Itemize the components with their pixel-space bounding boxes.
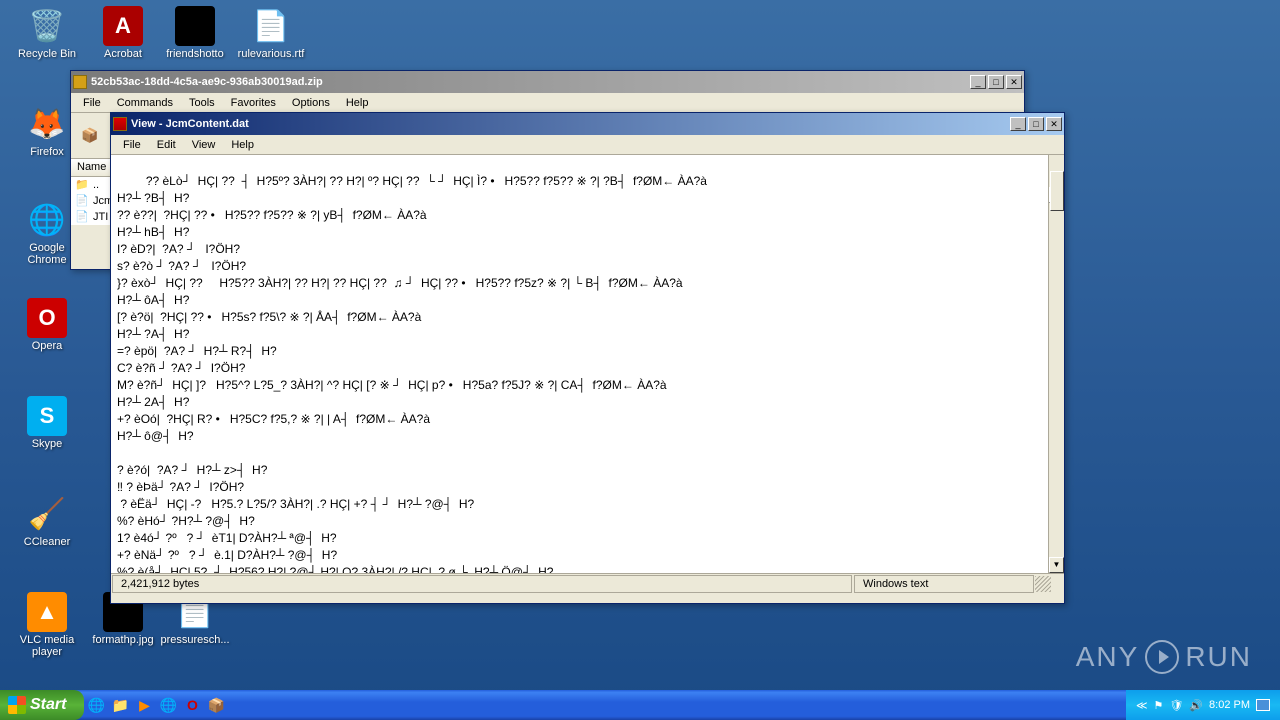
desktop-icon-rulevarious-rtf[interactable]: 📄 rulevarious.rtf: [236, 6, 306, 60]
menu-file[interactable]: File: [115, 137, 149, 153]
view-icon: [113, 117, 127, 131]
scroll-down-arrow[interactable]: ▼: [1049, 557, 1064, 573]
desktop-icon-label: Opera: [12, 340, 82, 352]
desktop-icon-label: formathp.jpg: [88, 634, 158, 646]
vertical-scrollbar[interactable]: ▲ ▼: [1048, 155, 1064, 573]
file-content-text: ?? èLò┘ HÇ| ?? ┤ H?5º? 3ÀH?| ?? H?| º? H…: [117, 174, 707, 573]
archive-menubar: FileCommandsToolsFavoritesOptionsHelp: [71, 93, 1024, 113]
desktop-icon-label: pressuresch...: [160, 634, 230, 646]
desktop-icon-label: CCleaner: [12, 536, 82, 548]
file-icon: 📁: [75, 178, 89, 192]
menu-help[interactable]: Help: [223, 137, 262, 153]
menu-options[interactable]: Options: [284, 95, 338, 111]
app-icon: 🦊: [27, 104, 67, 144]
desktop-icon-label: VLC media player: [12, 634, 82, 658]
app-icon: A: [103, 6, 143, 46]
desktop-icon-label: Recycle Bin: [12, 48, 82, 60]
desktop-icon-label: Acrobat: [88, 48, 158, 60]
app-icon: 🧹: [27, 494, 67, 534]
tray-monitor-icon[interactable]: [1256, 699, 1270, 711]
resize-grip[interactable]: [1035, 576, 1051, 592]
view-window: View - JcmContent.dat _ □ ✕ FileEditView…: [110, 112, 1065, 604]
scroll-thumb[interactable]: [1050, 171, 1064, 211]
vlc-icon[interactable]: ▶: [134, 695, 154, 715]
file-name: ..: [93, 179, 99, 191]
desktop-icon-friendshotto[interactable]: friendshotto: [160, 6, 230, 60]
menu-commands[interactable]: Commands: [109, 95, 181, 111]
app-icon: O: [27, 298, 67, 338]
taskbar: Start 🌐 📁 ▶ 🌐 O 📦 ≪ ⚑ 🛡 🔊 8:02 PM: [0, 690, 1280, 720]
app-icon: 🌐: [27, 200, 67, 240]
menu-view[interactable]: View: [184, 137, 224, 153]
tray-flag-icon[interactable]: ⚑: [1153, 699, 1163, 712]
desktop-icon-skype[interactable]: S Skype: [12, 396, 82, 450]
app-icon: 📄: [251, 6, 291, 46]
explorer-icon[interactable]: 📁: [110, 695, 130, 715]
desktop-icon-label: Skype: [12, 438, 82, 450]
close-button[interactable]: ✕: [1046, 117, 1062, 131]
view-statusbar: 2,421,912 bytes Windows text: [111, 573, 1064, 593]
app-icon: S: [27, 396, 67, 436]
play-icon: [1145, 640, 1179, 674]
maximize-button[interactable]: □: [988, 75, 1004, 89]
desktop-icon-label: friendshotto: [160, 48, 230, 60]
chrome-icon[interactable]: 🌐: [158, 695, 178, 715]
anyrun-watermark: ANY RUN: [1076, 640, 1252, 674]
menu-file[interactable]: File: [75, 95, 109, 111]
desktop-icon-ccleaner[interactable]: 🧹 CCleaner: [12, 494, 82, 548]
maximize-button[interactable]: □: [1028, 117, 1044, 131]
menu-favorites[interactable]: Favorites: [223, 95, 284, 111]
app-icon: 🗑️: [27, 6, 67, 46]
status-mode: Windows text: [854, 575, 1034, 593]
tray-shield-icon[interactable]: 🛡: [1169, 699, 1183, 712]
menu-edit[interactable]: Edit: [149, 137, 184, 153]
menu-help[interactable]: Help: [338, 95, 377, 111]
file-icon: 📄: [75, 210, 89, 224]
desktop-icon-vlc-media-player[interactable]: ▲VLC media player: [12, 592, 82, 658]
archive-icon: [73, 75, 87, 89]
view-title: View - JcmContent.dat: [131, 118, 1010, 130]
tray-volume-icon[interactable]: 🔊: [1189, 699, 1203, 712]
menu-tools[interactable]: Tools: [181, 95, 223, 111]
file-name: JTI: [93, 211, 108, 223]
desktop-icon-recycle-bin[interactable]: 🗑️ Recycle Bin: [12, 6, 82, 60]
add-button[interactable]: 📦: [73, 117, 107, 155]
view-menubar: FileEditViewHelp: [111, 135, 1064, 155]
status-bytes: 2,421,912 bytes: [112, 575, 852, 593]
desktop-icon-label: rulevarious.rtf: [236, 48, 306, 60]
desktop-icon-acrobat[interactable]: A Acrobat: [88, 6, 158, 60]
app-icon: [175, 6, 215, 46]
tray-clock[interactable]: 8:02 PM: [1209, 699, 1250, 711]
desktop-icon-opera[interactable]: O Opera: [12, 298, 82, 352]
system-tray: ≪ ⚑ 🛡 🔊 8:02 PM: [1126, 690, 1280, 720]
ie-icon[interactable]: 🌐: [86, 695, 106, 715]
tray-expand-icon[interactable]: ≪: [1136, 699, 1148, 712]
view-titlebar[interactable]: View - JcmContent.dat _ □ ✕: [111, 113, 1064, 135]
close-button[interactable]: ✕: [1006, 75, 1022, 89]
file-icon: 📄: [75, 194, 89, 208]
windows-logo-icon: [8, 696, 26, 714]
opera-icon[interactable]: O: [182, 695, 202, 715]
minimize-button[interactable]: _: [970, 75, 986, 89]
minimize-button[interactable]: _: [1010, 117, 1026, 131]
start-button[interactable]: Start: [0, 690, 84, 720]
archive-titlebar[interactable]: 52cb53ac-18dd-4c5a-ae9c-936ab30019ad.zip…: [71, 71, 1024, 93]
app-icon: ▲: [27, 592, 67, 632]
view-content[interactable]: ?? èLò┘ HÇ| ?? ┤ H?5º? 3ÀH?| ?? H?| º? H…: [111, 155, 1064, 573]
winrar-icon[interactable]: 📦: [206, 695, 226, 715]
archive-title: 52cb53ac-18dd-4c5a-ae9c-936ab30019ad.zip: [91, 76, 970, 88]
